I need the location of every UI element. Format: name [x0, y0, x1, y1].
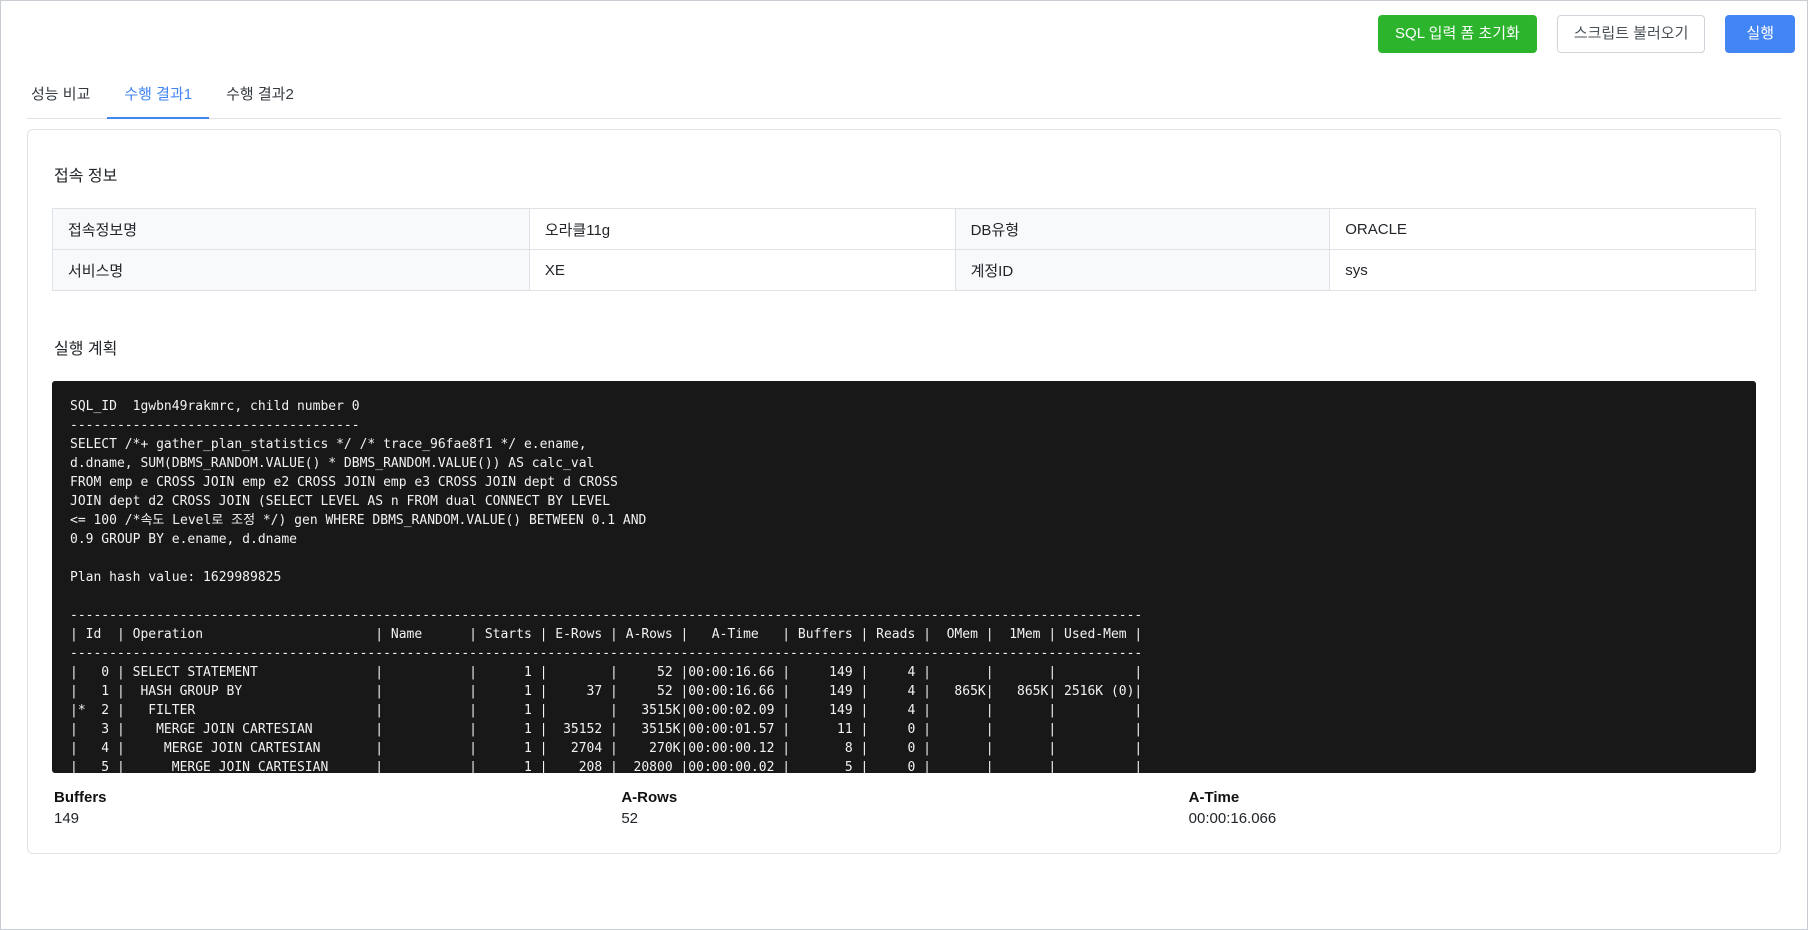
- execution-plan-title: 실행 계획: [54, 335, 1756, 359]
- account-id-value: sys: [1330, 250, 1756, 291]
- app-window: SQL 입력 폼 초기화 스크립트 불러오기 실행 성능 비교 수행 결과1 수…: [0, 0, 1808, 930]
- toolbar: SQL 입력 폼 초기화 스크립트 불러오기 실행: [1, 1, 1807, 53]
- stat-buffers-label: Buffers: [54, 789, 621, 806]
- sql-form-reset-button[interactable]: SQL 입력 폼 초기화: [1378, 15, 1537, 53]
- connection-name-label: 접속정보명: [53, 209, 530, 250]
- execution-plan-output[interactable]: SQL_ID 1gwbn49rakmrc, child number 0 ---…: [52, 381, 1756, 773]
- stat-a-time-label: A-Time: [1189, 789, 1756, 806]
- service-name-label: 서비스명: [53, 250, 530, 291]
- stat-buffers-value: 149: [54, 810, 621, 827]
- stat-a-time: A-Time 00:00:16.066: [1189, 789, 1756, 827]
- tab-performance-compare[interactable]: 성능 비교: [27, 71, 107, 118]
- plan-stats: Buffers 149 A-Rows 52 A-Time 00:00:16.06…: [52, 789, 1756, 827]
- load-script-button[interactable]: 스크립트 불러오기: [1557, 15, 1706, 53]
- db-type-value: ORACLE: [1330, 209, 1756, 250]
- tab-execution-result-2[interactable]: 수행 결과2: [209, 71, 311, 118]
- run-button[interactable]: 실행: [1725, 15, 1795, 53]
- result-panel: 접속 정보 접속정보명 오라클11g DB유형 ORACLE 서비스명 XE 계…: [27, 129, 1781, 854]
- connection-info-table: 접속정보명 오라클11g DB유형 ORACLE 서비스명 XE 계정ID sy…: [52, 208, 1756, 291]
- service-name-value: XE: [529, 250, 955, 291]
- tab-execution-result-1[interactable]: 수행 결과1: [107, 71, 209, 119]
- connection-info-title: 접속 정보: [54, 162, 1756, 186]
- table-row: 서비스명 XE 계정ID sys: [53, 250, 1756, 291]
- tab-bar: 성능 비교 수행 결과1 수행 결과2: [27, 71, 1781, 119]
- stat-a-time-value: 00:00:16.066: [1189, 810, 1756, 827]
- db-type-label: DB유형: [955, 209, 1330, 250]
- table-row: 접속정보명 오라클11g DB유형 ORACLE: [53, 209, 1756, 250]
- account-id-label: 계정ID: [955, 250, 1330, 291]
- stat-buffers: Buffers 149: [54, 789, 621, 827]
- connection-name-value: 오라클11g: [529, 209, 955, 250]
- stat-a-rows: A-Rows 52: [621, 789, 1188, 827]
- stat-a-rows-label: A-Rows: [621, 789, 1188, 806]
- stat-a-rows-value: 52: [621, 810, 1188, 827]
